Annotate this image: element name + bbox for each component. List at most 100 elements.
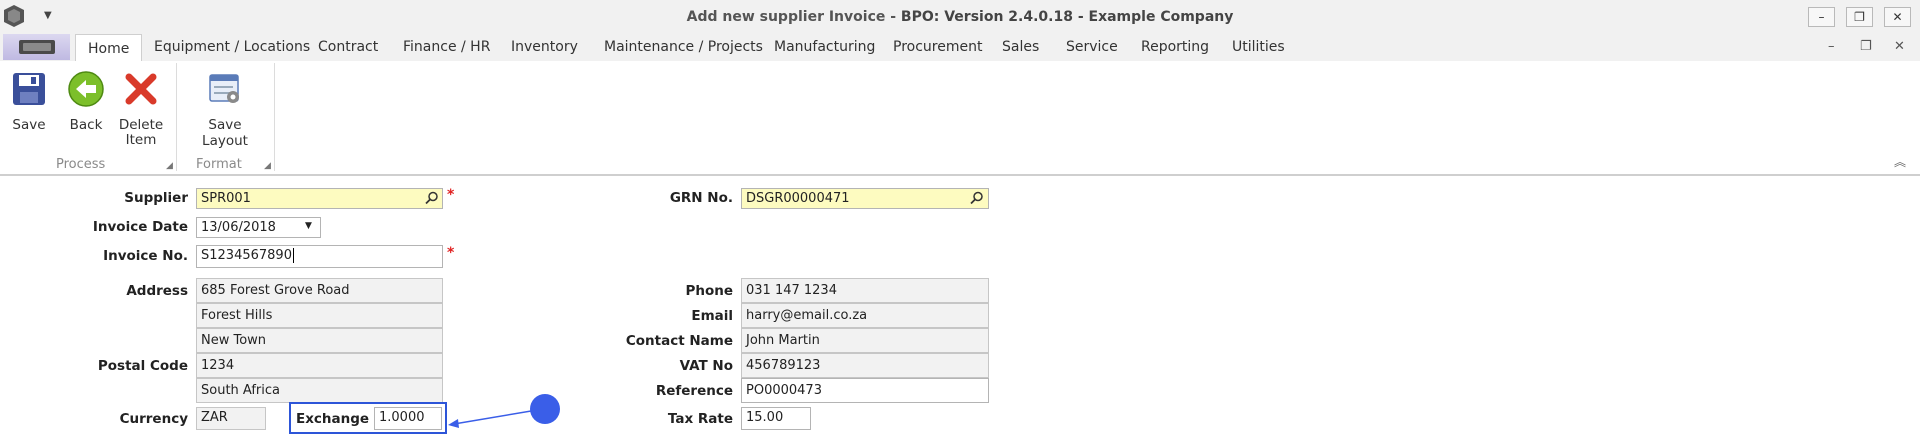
exchange-rate-value: 1.0000: [379, 410, 425, 425]
save-layout-button[interactable]: Save Layout: [184, 69, 266, 149]
grn-no-input[interactable]: DSGR00000471: [741, 188, 989, 209]
tab-equipment-locations[interactable]: Equipment / Locations: [154, 39, 310, 55]
email-label: Email: [691, 308, 733, 324]
delete-label-line2: Item: [125, 132, 157, 148]
tax-rate-label: Tax Rate: [667, 411, 733, 427]
collapse-ribbon-icon[interactable]: ︽: [1894, 153, 1906, 170]
reference-value: PO0000473: [746, 383, 822, 398]
address-line1-value: 685 Forest Grove Road: [201, 283, 350, 298]
group-label-format: Format: [196, 157, 242, 172]
exchange-label: Exchange: [296, 411, 370, 427]
back-label: Back: [69, 117, 103, 133]
email-field[interactable]: harry@email.co.za: [741, 303, 989, 328]
tab-sales[interactable]: Sales: [1002, 39, 1039, 55]
currency-field[interactable]: ZAR: [196, 407, 266, 430]
application-menu-button[interactable]: [3, 34, 70, 60]
minimize-button[interactable]: –: [1808, 7, 1835, 27]
tab-manufacturing[interactable]: Manufacturing: [774, 39, 875, 55]
required-asterisk: *: [447, 187, 455, 203]
mdi-close-button[interactable]: ✕: [1894, 39, 1905, 54]
tab-reporting[interactable]: Reporting: [1141, 39, 1209, 55]
layout-settings-icon: [209, 74, 239, 103]
supplier-input[interactable]: SPR001: [196, 188, 443, 209]
close-button[interactable]: ✕: [1884, 7, 1911, 27]
supplier-value: SPR001: [201, 191, 251, 206]
grn-no-value: DSGR00000471: [746, 191, 850, 206]
tab-procurement[interactable]: Procurement: [893, 39, 982, 55]
vat-no-field[interactable]: 456789123: [741, 353, 989, 378]
ribbon-group-separator: [176, 63, 177, 171]
address-line2-field[interactable]: Forest Hills: [196, 303, 443, 328]
currency-value: ZAR: [201, 410, 228, 425]
annotation-callout-dot: [530, 394, 560, 424]
restore-button[interactable]: ❐: [1846, 7, 1873, 27]
postal-code-label: Postal Code: [97, 358, 188, 374]
save-button[interactable]: Save: [8, 69, 50, 133]
exchange-rate-input[interactable]: 1.0000: [374, 407, 442, 430]
grn-no-label: GRN No.: [669, 190, 733, 206]
contact-name-field[interactable]: John Martin: [741, 328, 989, 353]
address-line2-value: Forest Hills: [201, 308, 273, 323]
postal-code-field[interactable]: 1234: [196, 353, 443, 378]
phone-label: Phone: [685, 283, 733, 299]
supplier-label: Supplier: [124, 190, 188, 206]
tax-rate-value: 15.00: [746, 410, 784, 425]
reference-label: Reference: [655, 383, 733, 399]
tab-home[interactable]: Home: [75, 34, 143, 61]
floppy-disk-icon: [13, 73, 45, 105]
tab-contract[interactable]: Contract: [318, 39, 378, 55]
search-icon[interactable]: [425, 191, 439, 205]
address-line1-field[interactable]: 685 Forest Grove Road: [196, 278, 443, 303]
group-label-process: Process: [56, 157, 106, 172]
ribbon-panel: Save Back Delete Item Save Layout Proces…: [0, 61, 1920, 176]
address-line3-value: New Town: [201, 333, 267, 348]
back-button[interactable]: Back: [66, 69, 106, 133]
required-asterisk: *: [447, 245, 455, 261]
format-dialog-launcher-icon[interactable]: ◢: [264, 161, 271, 171]
vat-no-label: VAT No: [679, 358, 733, 374]
delete-label-line1: Delete: [118, 117, 164, 133]
phone-field[interactable]: 031 147 1234: [741, 278, 989, 303]
back-arrow-icon: [68, 71, 104, 107]
ribbon-tab-bar: Home Equipment / Locations Contract Fina…: [0, 34, 1920, 62]
address-label: Address: [126, 283, 188, 299]
tax-rate-input[interactable]: 15.00: [741, 407, 811, 430]
invoice-no-input[interactable]: S1234567890: [196, 245, 443, 268]
invoice-date-value: 13/06/2018: [201, 220, 276, 235]
postal-code-value: 1234: [201, 358, 235, 373]
tab-finance-hr[interactable]: Finance / HR: [403, 39, 490, 55]
ribbon-group-separator: [274, 63, 275, 171]
country-value: South Africa: [201, 383, 280, 398]
contact-name-label: Contact Name: [625, 333, 733, 349]
invoice-no-label: Invoice No.: [103, 248, 188, 264]
reference-input[interactable]: PO0000473: [741, 378, 989, 403]
invoice-date-picker[interactable]: 13/06/2018: [196, 217, 321, 238]
save-label: Save: [12, 117, 46, 133]
tab-inventory[interactable]: Inventory: [511, 39, 578, 55]
app-menu-logo-icon: [18, 40, 55, 54]
mdi-restore-button[interactable]: ❐: [1860, 39, 1872, 54]
tab-utilities[interactable]: Utilities: [1232, 39, 1285, 55]
contact-name-value: John Martin: [746, 333, 820, 348]
email-value: harry@email.co.za: [746, 308, 868, 323]
address-line3-field[interactable]: New Town: [196, 328, 443, 353]
tab-service[interactable]: Service: [1066, 39, 1118, 55]
mdi-minimize-button[interactable]: –: [1828, 39, 1835, 54]
vat-no-value: 456789123: [746, 358, 821, 373]
title-bar: ▼ Add new supplier Invoice - BPO: Versio…: [0, 0, 1920, 34]
search-icon[interactable]: [970, 191, 984, 205]
delete-item-button[interactable]: Delete Item: [116, 69, 166, 148]
window-title: Add new supplier Invoice - BPO: Version …: [0, 9, 1920, 25]
save-layout-label: Save Layout: [202, 117, 248, 149]
window-title-prefix: Add new supplier Invoice -: [686, 9, 901, 25]
invoice-date-label: Invoice Date: [92, 219, 188, 235]
currency-label: Currency: [119, 411, 188, 427]
process-dialog-launcher-icon[interactable]: ◢: [166, 161, 173, 171]
invoice-no-value: S1234567890: [201, 248, 292, 263]
phone-value: 031 147 1234: [746, 283, 837, 298]
delete-x-icon: [125, 73, 157, 105]
tab-maintenance-projects[interactable]: Maintenance / Projects: [604, 39, 763, 55]
window-title-app: BPO: Version 2.4.0.18 - Example Company: [900, 9, 1234, 25]
chevron-down-icon[interactable]: ▼: [305, 221, 312, 231]
country-field[interactable]: South Africa: [196, 378, 443, 403]
